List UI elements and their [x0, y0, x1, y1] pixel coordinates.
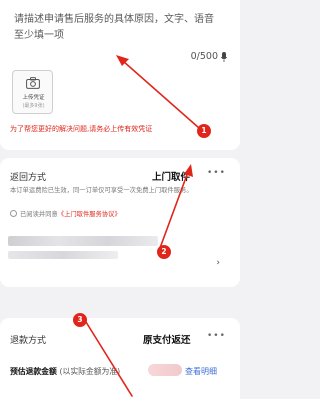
refund-method-more-icon[interactable]: ••• — [207, 331, 226, 341]
refund-amount-blurred — [148, 364, 182, 376]
agree-prefix: 已阅读并同意 — [20, 211, 58, 218]
upload-proof-button[interactable]: 上传凭证 (最多9张) — [12, 70, 53, 114]
estimated-refund-label: 预估退款金额 (以实际金额为准) — [10, 366, 120, 377]
agreement-row[interactable]: 已阅读并同意《上门取件服务协议》 — [10, 209, 121, 218]
camera-icon — [26, 77, 40, 89]
agreement-link[interactable]: 《上门取件服务协议》 — [58, 211, 121, 218]
return-method-card: 返回方式 上门取件 ••• 本订单运费险已生效，同一订单仅可享受一次免费上门取件… — [0, 158, 240, 287]
refund-method-title: 退款方式 — [10, 336, 47, 346]
microphone-icon[interactable] — [221, 52, 227, 62]
agree-radio[interactable] — [10, 210, 17, 217]
char-counter: 0/500 — [190, 51, 218, 62]
warning-text: 为了帮您更好的解决问题,请务必上传有效凭证 — [10, 125, 153, 133]
return-method-more-icon[interactable]: ••• — [207, 168, 226, 178]
refund-method-card: 退款方式 原支付返还 ••• 预估退款金额 (以实际金额为准) 查看明细 — [0, 318, 240, 399]
return-method-value[interactable]: 上门取件 — [152, 169, 190, 183]
refund-method-value[interactable]: 原支付返还 — [143, 332, 191, 346]
address-chevron-icon[interactable]: › — [216, 258, 220, 268]
annotation-badge-3: 3 — [73, 313, 87, 327]
refund-amount-title: 预估退款金额 — [10, 367, 57, 376]
return-method-title: 返回方式 — [10, 173, 47, 183]
annotation-badge-2: 2 — [157, 245, 171, 259]
upload-limit: (最多9张) — [22, 103, 45, 109]
view-detail-link[interactable]: 查看明细 — [185, 366, 217, 377]
address-blurred — [8, 236, 158, 246]
upload-label: 上传凭证 — [22, 95, 45, 101]
address-blurred-line — [8, 251, 118, 259]
annotation-badge-1: 1 — [197, 124, 211, 138]
refund-amount-note: (以实际金额为准) — [59, 367, 121, 376]
description-input[interactable]: 请描述申请售后服务的具体原因，文字、语音至少填一项 — [14, 12, 219, 44]
pickup-note: 本订单运费险已生效，同一订单仅可享受一次免费上门取件服务。 — [10, 187, 193, 194]
